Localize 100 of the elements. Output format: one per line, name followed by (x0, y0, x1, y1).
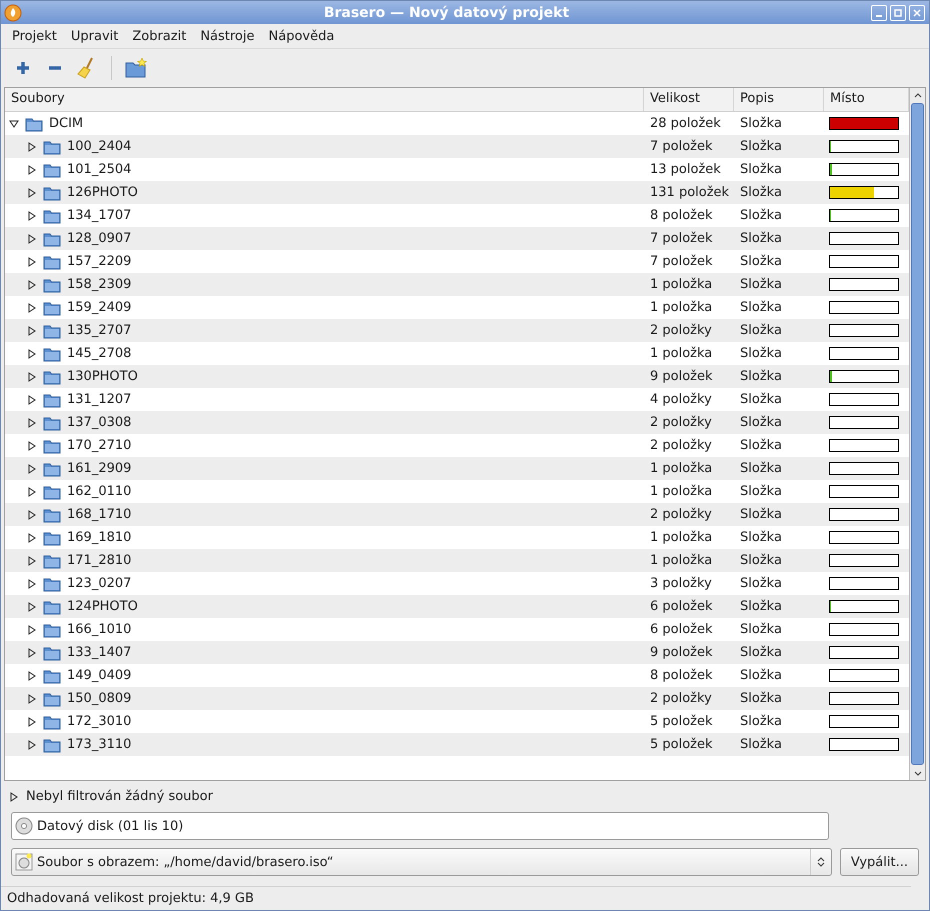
folder-icon (43, 714, 61, 730)
size-cell-text: 1 položka (649, 553, 714, 568)
disc-name-field[interactable]: Datový disk (01 lis 10) (11, 812, 829, 840)
folder-name: 101_2504 (67, 162, 132, 177)
filter-expander-icon[interactable] (9, 792, 19, 802)
type-cell-text: Složka (739, 116, 783, 131)
expander-icon[interactable] (27, 648, 37, 658)
size-cell-text: 5 položek (649, 737, 714, 752)
expander-icon[interactable] (27, 694, 37, 704)
expander-icon[interactable] (27, 210, 37, 220)
type-cell-text: Složka (739, 300, 783, 315)
type-cell-text: Složka (739, 185, 783, 200)
folder-name: 166_1010 (67, 622, 132, 637)
expander-icon[interactable] (27, 164, 37, 174)
column-header[interactable]: Popis (734, 88, 824, 111)
size-cell-text: 6 položek (649, 599, 714, 614)
expander-icon[interactable] (27, 464, 37, 474)
maximize-button[interactable] (890, 4, 906, 20)
column-header[interactable]: Velikost (644, 88, 734, 111)
menu-item[interactable]: Projekt (5, 28, 64, 44)
size-cell-text: 13 položek (649, 162, 722, 177)
minimize-button[interactable] (871, 4, 887, 20)
expander-icon[interactable] (27, 302, 37, 312)
folder-name: 169_1810 (67, 530, 132, 545)
folder-icon (43, 438, 61, 454)
scrollbar-thumb[interactable] (911, 103, 924, 765)
expander-icon[interactable] (27, 348, 37, 358)
menu-item[interactable]: Upravit (64, 28, 126, 44)
minimize-icon (876, 14, 882, 16)
expander-icon[interactable] (27, 578, 37, 588)
type-cell-text: Složka (739, 484, 783, 499)
type-cell-text: Složka (739, 691, 783, 706)
size-cell-text: 7 položek (649, 231, 714, 246)
folder-icon (43, 184, 61, 200)
expander-icon[interactable] (27, 188, 37, 198)
expander-icon[interactable] (27, 394, 37, 404)
filter-label[interactable]: Nebyl filtrován žádný soubor (26, 789, 213, 804)
expander-icon[interactable] (27, 532, 37, 542)
folder-name: 126PHOTO (67, 185, 138, 200)
folder-name: 130PHOTO (67, 369, 138, 384)
expander-icon[interactable] (27, 418, 37, 428)
expander-icon[interactable] (27, 716, 37, 726)
expander-icon[interactable] (27, 602, 37, 612)
expander-icon[interactable] (27, 256, 37, 266)
scroll-up-icon[interactable] (914, 92, 922, 98)
size-cell-text: 2 položky (649, 691, 713, 706)
expander-icon[interactable] (27, 326, 37, 336)
type-cell-text: Složka (739, 553, 783, 568)
folder-name: 100_2404 (67, 139, 132, 154)
folder-icon (43, 392, 61, 408)
updown-icon (816, 856, 825, 868)
expander-icon[interactable] (27, 670, 37, 680)
expander-icon[interactable] (27, 372, 37, 382)
size-cell-text: 4 položky (649, 392, 713, 407)
size-cell-text: 2 položky (649, 438, 713, 453)
menu-item[interactable]: Nástroje (193, 28, 262, 44)
folder-name: 137_0308 (67, 415, 132, 430)
expander-icon[interactable] (27, 440, 37, 450)
expander-icon[interactable] (27, 280, 37, 290)
type-cell-text: Složka (739, 438, 783, 453)
folder-icon (43, 484, 61, 500)
size-cell-text: 131 položek (649, 185, 730, 200)
close-button[interactable] (909, 4, 925, 20)
expander-icon[interactable] (27, 486, 37, 496)
folder-name: 158_2309 (67, 277, 132, 292)
expander-icon[interactable] (27, 510, 37, 520)
folder-icon (43, 162, 61, 178)
size-cell-text: 1 položka (649, 346, 714, 361)
size-cell-text: 2 položky (649, 507, 713, 522)
expander-icon[interactable] (9, 118, 19, 128)
disc-image-icon (15, 853, 33, 871)
expander-icon[interactable] (27, 142, 37, 152)
folder-name: 173_3110 (67, 737, 132, 752)
folder-name: 134_1707 (67, 208, 132, 223)
folder-icon (43, 414, 61, 430)
size-cell-text: 28 položek (649, 116, 722, 131)
folder-icon (43, 460, 61, 476)
expander-icon[interactable] (27, 556, 37, 566)
folder-name: 124PHOTO (67, 599, 138, 614)
type-cell-text: Složka (739, 507, 783, 522)
folder-icon (25, 116, 43, 132)
column-header[interactable]: Soubory (5, 88, 644, 111)
expander-icon[interactable] (27, 234, 37, 244)
folder-name: 123_0207 (67, 576, 132, 591)
menu-item[interactable]: Nápověda (262, 28, 342, 44)
type-cell-text: Složka (739, 208, 783, 223)
type-cell-text: Složka (739, 530, 783, 545)
folder-star-icon (125, 58, 147, 78)
type-cell-text: Složka (739, 622, 783, 637)
expander-icon[interactable] (27, 740, 37, 750)
folder-icon (43, 276, 61, 292)
scroll-down-icon[interactable] (914, 770, 922, 776)
destination-dropdown[interactable]: Soubor s obrazem: „/home/david/brasero.iso“ (11, 848, 832, 876)
expander-icon[interactable] (27, 624, 37, 634)
folder-icon (43, 736, 61, 752)
folder-icon (43, 230, 61, 246)
burn-button[interactable]: Vypálit... (840, 848, 919, 876)
folder-icon (43, 346, 61, 362)
folder-name: 131_1207 (67, 392, 132, 407)
menu-item[interactable]: Zobrazit (125, 28, 194, 44)
